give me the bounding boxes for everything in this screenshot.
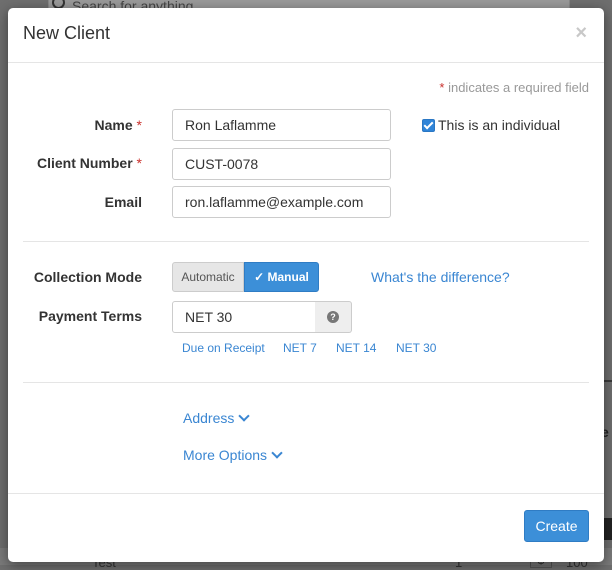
email-label: Email xyxy=(28,194,142,210)
client-number-input[interactable]: CUST-0078 xyxy=(172,148,391,180)
new-client-modal: New Client × * indicates a required fiel… xyxy=(8,8,604,562)
individual-checkbox[interactable] xyxy=(422,119,435,132)
close-icon[interactable]: × xyxy=(575,23,587,43)
payment-term-net-14[interactable]: NET 14 xyxy=(336,341,376,355)
collection-mode-manual-button[interactable]: ✓ Manual xyxy=(244,262,319,292)
more-options-link-label[interactable]: More Options xyxy=(183,447,267,463)
collection-mode-automatic-button[interactable]: Automatic xyxy=(172,262,244,292)
address-toggle-link[interactable]: Address xyxy=(183,410,251,426)
client-number-label-text: Client Number xyxy=(36,155,133,171)
required-note-text: indicates a required field xyxy=(444,80,589,95)
payment-term-net-7[interactable]: NET 7 xyxy=(283,341,317,355)
create-button[interactable]: Create xyxy=(524,510,589,542)
collection-mode-label: Collection Mode xyxy=(33,269,142,285)
question-circle-icon[interactable]: ? xyxy=(327,311,339,323)
email-label-text: Email xyxy=(104,194,142,210)
chevron-down-icon xyxy=(238,410,251,422)
address-link-label[interactable]: Address xyxy=(183,410,234,426)
client-number-label: Client Number * xyxy=(28,155,142,171)
section-divider xyxy=(23,382,589,383)
whats-the-difference-link[interactable]: What's the difference? xyxy=(371,269,510,285)
individual-checkbox-label[interactable]: This is an individual xyxy=(438,117,560,133)
payment-terms-help-addon[interactable]: ? xyxy=(315,301,352,333)
chevron-down-icon xyxy=(271,447,283,459)
name-label: Name * xyxy=(28,117,142,133)
modal-title: New Client xyxy=(23,23,111,43)
background-dark-block xyxy=(604,518,612,540)
section-divider xyxy=(23,241,589,242)
required-star: * xyxy=(136,155,142,171)
required-star: * xyxy=(136,117,142,133)
payment-term-net-30[interactable]: NET 30 xyxy=(396,341,436,355)
email-input[interactable]: ron.laflamme@example.com xyxy=(172,186,391,218)
modal-header: New Client × xyxy=(8,8,604,63)
payment-term-due-on-receipt[interactable]: Due on Receipt xyxy=(182,341,265,355)
name-input[interactable]: Ron Laflamme xyxy=(172,109,391,141)
modal-footer-divider xyxy=(8,493,604,494)
payment-terms-input[interactable]: NET 30 xyxy=(172,301,316,333)
required-field-note: * indicates a required field xyxy=(439,80,589,95)
payment-terms-label: Payment Terms xyxy=(38,308,142,324)
more-options-toggle-link[interactable]: More Options xyxy=(183,447,283,463)
name-label-text: Name xyxy=(94,117,133,133)
